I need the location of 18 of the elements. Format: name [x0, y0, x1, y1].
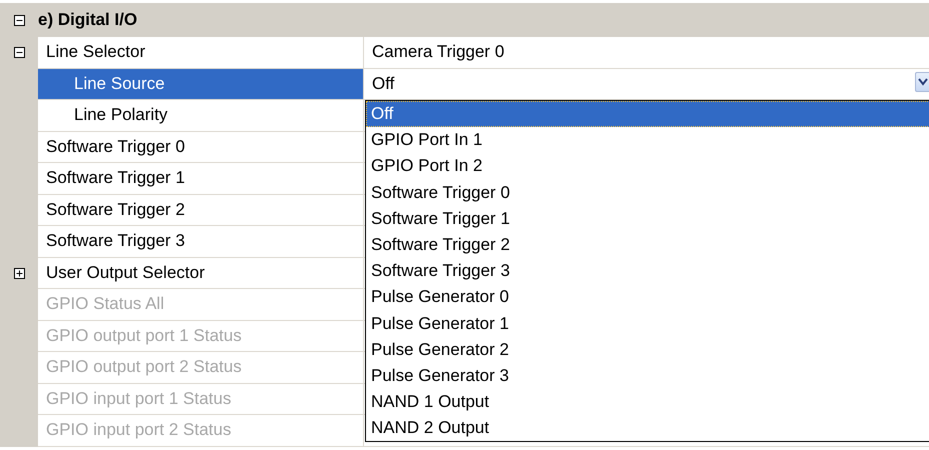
- property-name[interactable]: Line Source: [38, 68, 364, 100]
- collapse-icon[interactable]: [14, 47, 24, 58]
- expand-icon[interactable]: [14, 268, 24, 279]
- category-title: e) Digital I/O: [38, 10, 138, 30]
- dropdown-option[interactable]: Off: [366, 101, 929, 128]
- property-name[interactable]: Line Polarity: [38, 100, 364, 132]
- property-name[interactable]: Software Trigger 1: [38, 163, 364, 194]
- dropdown-button[interactable]: [915, 72, 929, 92]
- property-value[interactable]: Camera Trigger 0: [372, 42, 504, 62]
- property-name[interactable]: Line Selector: [38, 37, 364, 68]
- collapse-icon[interactable]: [14, 14, 24, 26]
- category-header[interactable]: e) Digital I/O: [0, 3, 929, 37]
- property-name[interactable]: Software Trigger 0: [38, 132, 364, 163]
- property-name[interactable]: User Output Selector: [38, 258, 364, 289]
- property-value[interactable]: Off: [372, 74, 394, 94]
- property-name[interactable]: Software Trigger 2: [38, 194, 364, 226]
- chevron-icon: [918, 78, 928, 86]
- property-name[interactable]: Software Trigger 3: [38, 226, 364, 258]
